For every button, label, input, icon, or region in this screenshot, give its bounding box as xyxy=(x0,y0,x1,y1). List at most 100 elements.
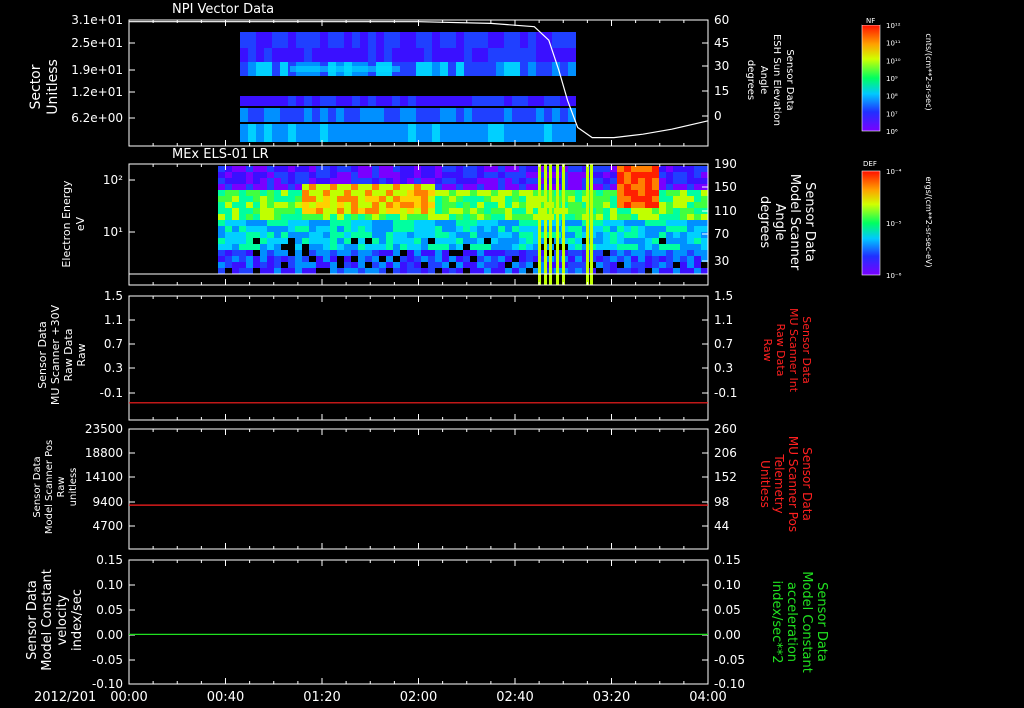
els-heatmap-cell xyxy=(638,250,645,256)
els-heatmap-cell xyxy=(463,256,470,262)
els-heatmap-cell xyxy=(673,268,680,274)
els-heatmap-cell xyxy=(463,202,470,208)
els-heatmap-cell xyxy=(428,256,435,262)
els-heatmap-cell xyxy=(477,268,484,274)
els-heatmap-cell xyxy=(617,172,624,178)
els-heatmap-cell xyxy=(330,172,337,178)
els-heatmap-cell xyxy=(407,184,414,190)
els-right-tick-label: 150 xyxy=(714,180,737,194)
els-heatmap-cell xyxy=(344,244,351,250)
els-heatmap-cell xyxy=(680,226,687,232)
els-heatmap-cell xyxy=(316,220,323,226)
npi-heatmap-cell xyxy=(472,124,480,142)
els-heatmap-cell xyxy=(491,196,498,202)
npi-heatmap-cell xyxy=(288,96,296,106)
els-heatmap-cell xyxy=(645,214,652,220)
els-heatmap-cell xyxy=(302,202,309,208)
els-heatmap-cell xyxy=(575,268,582,274)
els-heatmap-cell xyxy=(386,232,393,238)
npi-heatmap-cell xyxy=(528,96,536,106)
els-heatmap-cell xyxy=(694,262,701,268)
els-heatmap-cell xyxy=(526,232,533,238)
els-heatmap-cell xyxy=(260,202,267,208)
els-heatmap-cell xyxy=(309,208,316,214)
els-heatmap-cell xyxy=(337,214,344,220)
els-heatmap-cell xyxy=(505,226,512,232)
els-heatmap-cell xyxy=(288,166,295,172)
els-heatmap-cell xyxy=(386,238,393,244)
els-heatmap-cell xyxy=(526,262,533,268)
els-heatmap-cell xyxy=(673,196,680,202)
npi-heatmap-cell xyxy=(280,48,288,62)
npi-heatmap-cell xyxy=(304,96,312,106)
els-heatmap-cell xyxy=(610,220,617,226)
els-heatmap-cell xyxy=(680,244,687,250)
els-heatmap-cell xyxy=(673,190,680,196)
els-heatmap-cell xyxy=(603,262,610,268)
els-heatmap-cell xyxy=(505,214,512,220)
els-heatmap-cell xyxy=(421,250,428,256)
els-heatmap-cell xyxy=(456,244,463,250)
els-heatmap-cell xyxy=(267,184,274,190)
npi-heatmap-cell xyxy=(376,96,384,106)
els-heatmap-cell xyxy=(239,208,246,214)
npi-heatmap-cell xyxy=(472,96,480,106)
els-heatmap-cell xyxy=(645,232,652,238)
els-heatmap-cell xyxy=(344,202,351,208)
npi-heatmap-cell xyxy=(496,96,504,106)
els-heatmap-cell xyxy=(505,172,512,178)
els-heatmap-stripe xyxy=(538,164,541,285)
els-heatmap-cell xyxy=(358,244,365,250)
els-heatmap-cell xyxy=(218,208,225,214)
npi-colorbar-tick: 10¹² xyxy=(886,22,901,30)
els-heatmap-cell xyxy=(344,262,351,268)
els-heatmap-cell xyxy=(484,268,491,274)
npi-y-tick-label: 6.2e+00 xyxy=(71,111,123,125)
els-heatmap-cell xyxy=(645,184,652,190)
els-heatmap-cell xyxy=(484,178,491,184)
npi-heatmap-cell xyxy=(256,62,264,76)
els-heatmap-cell xyxy=(253,262,260,268)
npi-heatmap-cell xyxy=(544,48,552,62)
els-heatmap-cell xyxy=(295,256,302,262)
els-heatmap-cell xyxy=(428,220,435,226)
npi-heatmap-cell xyxy=(368,32,376,48)
npi-heatmap-cell xyxy=(568,48,576,62)
els-heatmap-cell xyxy=(323,214,330,220)
els-heatmap-cell xyxy=(701,172,708,178)
els-heatmap-cell xyxy=(666,226,673,232)
npi-heatmap-cell xyxy=(520,124,528,142)
els-heatmap-cell xyxy=(274,262,281,268)
els-heatmap-cell xyxy=(498,190,505,196)
els-heatmap-cell xyxy=(400,178,407,184)
els-heatmap-cell xyxy=(694,172,701,178)
els-heatmap-cell xyxy=(239,238,246,244)
els-heatmap-cell xyxy=(330,226,337,232)
els-heatmap-cell xyxy=(687,172,694,178)
mu-raw-ylabel-line-3: Raw Data xyxy=(62,329,75,382)
els-heatmap-cell xyxy=(260,262,267,268)
els-heatmap-cell xyxy=(246,214,253,220)
els-heatmap-cell xyxy=(414,208,421,214)
npi-colorbar-label: cnts/(cm**2-sr-sec) xyxy=(924,33,933,110)
els-heatmap-cell xyxy=(309,238,316,244)
mu-raw-frame xyxy=(128,295,709,421)
els-heatmap-cell xyxy=(680,250,687,256)
mu-raw-y-tick-label: 0.3 xyxy=(104,361,123,375)
els-heatmap-cell xyxy=(295,250,302,256)
els-heatmap-cell xyxy=(358,256,365,262)
els-heatmap-cell xyxy=(491,262,498,268)
npi-heatmap-cell xyxy=(376,48,384,62)
els-heatmap-cell xyxy=(337,232,344,238)
els-heatmap-cell xyxy=(393,250,400,256)
npi-heatmap-cell xyxy=(416,124,424,142)
els-heatmap-cell xyxy=(638,172,645,178)
els-heatmap-cell xyxy=(379,226,386,232)
npi-heatmap-cell xyxy=(424,96,432,106)
els-heatmap-cell xyxy=(379,244,386,250)
npi-heatmap-cell xyxy=(280,62,288,76)
els-heatmap-cell xyxy=(407,202,414,208)
els-heatmap-cell xyxy=(400,262,407,268)
els-heatmap-cell xyxy=(246,178,253,184)
mu-raw-ylabel-line-1: Sensor Data xyxy=(36,321,49,388)
